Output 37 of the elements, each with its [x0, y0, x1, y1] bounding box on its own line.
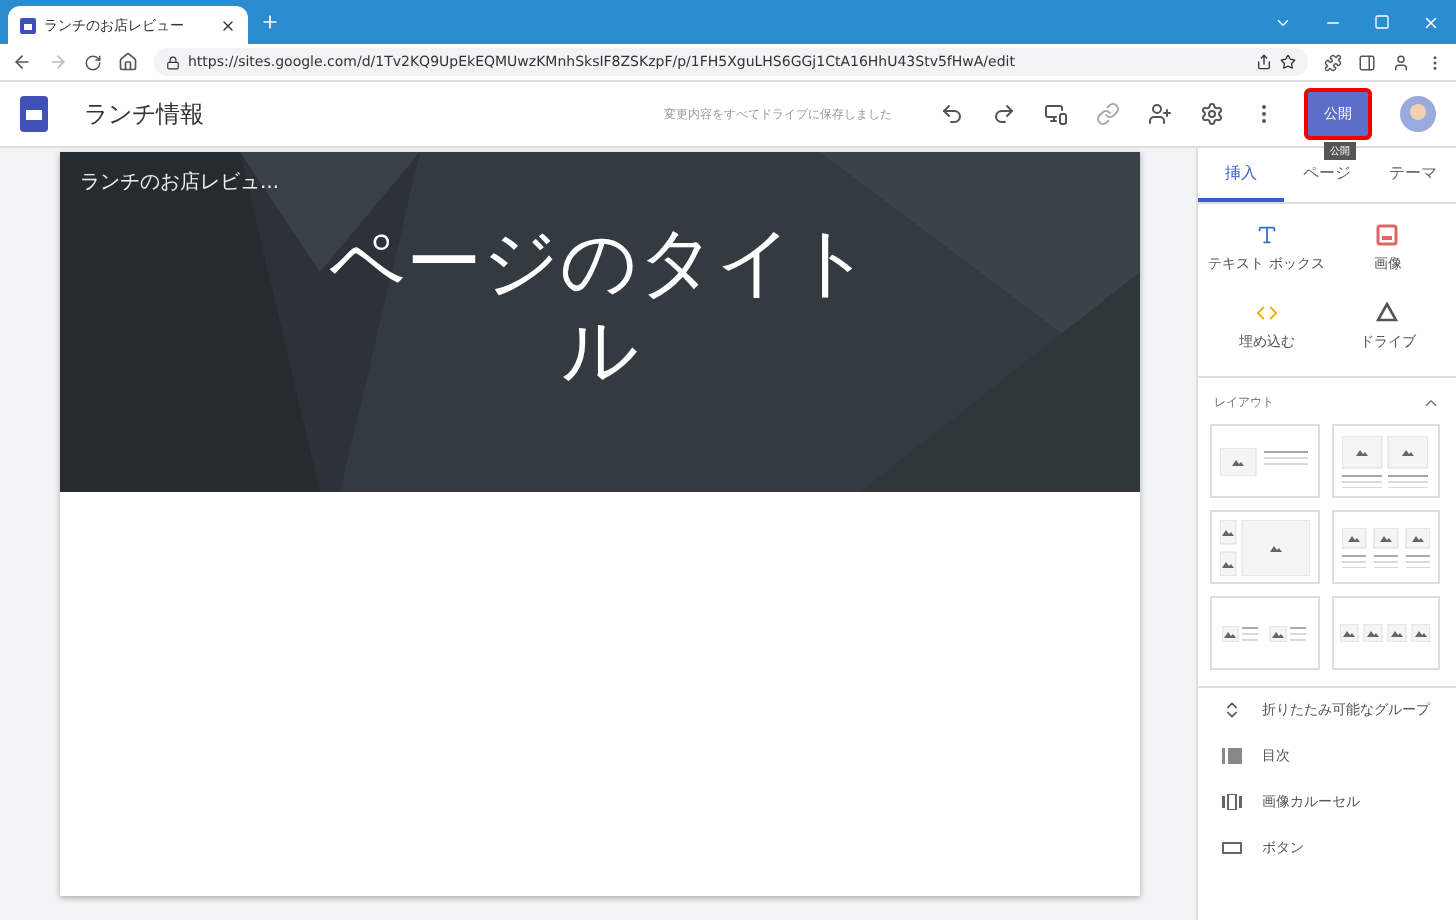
text-icon	[1255, 224, 1278, 246]
star-icon[interactable]	[1280, 54, 1296, 70]
new-tab-icon[interactable]	[260, 12, 280, 32]
drive-icon	[1376, 302, 1399, 324]
maximize-icon[interactable]	[1374, 13, 1390, 29]
site-name[interactable]: ランチのお店レビュ...	[80, 168, 280, 196]
close-icon[interactable]	[220, 17, 236, 33]
image-icon	[1376, 224, 1399, 246]
button-icon	[1222, 842, 1242, 854]
collapse-icon	[1222, 700, 1242, 720]
side-panel-icon[interactable]	[1358, 53, 1376, 71]
undo-icon[interactable]	[940, 102, 964, 126]
list-icon	[1222, 748, 1242, 764]
sites-logo-icon	[20, 96, 48, 132]
reload-icon[interactable]	[84, 53, 102, 71]
settings-icon[interactable]	[1200, 102, 1224, 126]
preview-icon[interactable]	[1044, 102, 1068, 126]
layout-thumbnail-icon	[1219, 519, 1310, 575]
profile-icon[interactable]	[1392, 53, 1410, 71]
code-icon	[1255, 302, 1278, 324]
page-title[interactable]: ページのタイトル	[310, 220, 890, 395]
site-title[interactable]: ランチ情報	[84, 97, 204, 131]
layout-thumbnail-icon	[1222, 625, 1307, 641]
layout-thumbnail-icon	[1340, 624, 1431, 642]
carousel-icon	[1222, 794, 1242, 810]
sites-icon	[20, 17, 36, 33]
redo-icon[interactable]	[992, 102, 1016, 126]
lock-icon	[166, 55, 180, 69]
panel-tab[interactable]: テーマ	[1370, 148, 1456, 202]
layout-thumbnail-icon	[1342, 435, 1429, 487]
layout-thumbnail-icon	[1341, 527, 1430, 567]
back-icon[interactable]	[12, 52, 32, 72]
collapse-icon	[1422, 394, 1440, 412]
layout-thumbnail-icon	[1220, 447, 1309, 475]
extensions-icon[interactable]	[1324, 53, 1342, 71]
panel-tab[interactable]: 挿入	[1198, 148, 1284, 202]
home-icon[interactable]	[118, 52, 138, 72]
